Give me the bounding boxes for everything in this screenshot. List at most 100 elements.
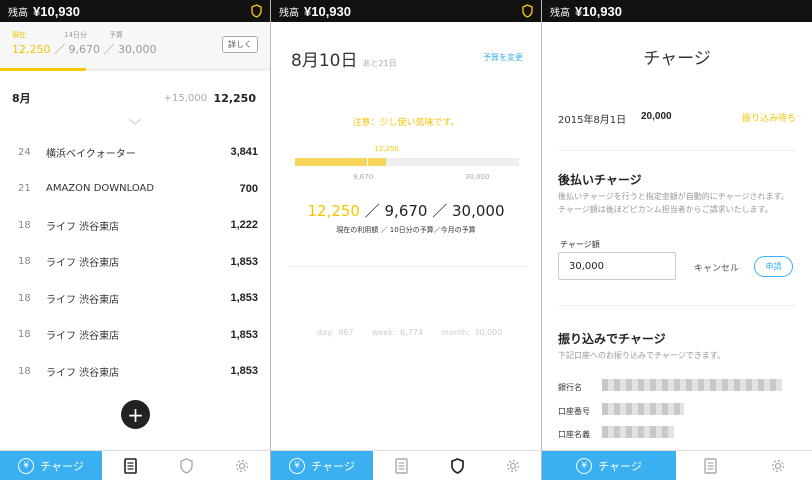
transfer-heading: 振り込みでチャージ <box>558 332 666 346</box>
deferred-description: 後払いチャージを行うと指定金額が自動的にチャージされます。チャージ額は後ほどピカ… <box>558 192 789 214</box>
tab-history[interactable] <box>102 451 158 480</box>
transaction-amount: 1,222 <box>230 219 258 232</box>
days-label: 14日分 <box>64 31 87 39</box>
tab-settings[interactable] <box>744 451 812 480</box>
app-screens: 残高 ¥10,930 現在 14日分 予算 12,250 ／ 9,670 ／ 3… <box>0 0 812 480</box>
tab-bar: ¥ チャージ <box>271 450 541 480</box>
month-label: 8月 <box>12 92 31 105</box>
change-budget-link[interactable]: 予算を変更 <box>483 52 523 63</box>
bank-name-label: 銀行名 <box>558 383 582 392</box>
shield-icon[interactable] <box>522 4 533 18</box>
account-name-redacted <box>602 426 674 438</box>
transaction-row[interactable]: 21 AMAZON DOWNLOAD 700 <box>0 171 270 208</box>
transaction-row[interactable]: 18 ライフ 渋谷東店 1,853 <box>0 353 270 390</box>
gear-icon <box>507 459 519 472</box>
account-name-label: 口座名義 <box>558 430 590 439</box>
separator: ／ <box>427 202 453 220</box>
transaction-name: ライフ 渋谷東店 <box>46 294 120 306</box>
budget-summary: 現在 14日分 予算 12,250 ／ 9,670 ／ 30,000 詳しく <box>0 22 270 68</box>
transactions-screen: 残高 ¥10,930 現在 14日分 予算 12,250 ／ 9,670 ／ 3… <box>0 0 270 480</box>
current-label: 現在 <box>12 31 26 39</box>
month-summary-row[interactable]: 8月 +15,000 12,250 <box>0 71 270 125</box>
add-button[interactable]: + <box>121 400 150 429</box>
date-label: 8月10日 <box>291 51 358 71</box>
bar-current-label: 12,250 <box>374 145 399 153</box>
deferred-heading: 後払いチャージ <box>558 173 642 187</box>
transaction-day: 18 <box>18 256 31 268</box>
tab-charge[interactable]: ¥ チャージ <box>542 451 676 480</box>
charge-screen: 残高 ¥10,930 チャージ 2015年8月1日 20,000 振り込み待ち … <box>542 0 812 480</box>
status-topbar: 残高 ¥10,930 <box>271 0 541 22</box>
tab-charge[interactable]: ¥ チャージ <box>271 451 373 480</box>
chevron-down-icon[interactable] <box>128 118 142 126</box>
transaction-name: 横浜ベイクォーター <box>46 148 136 160</box>
yen-circle-icon: ¥ <box>18 458 35 474</box>
document-icon <box>703 457 717 474</box>
transaction-row[interactable]: 18 ライフ 渋谷東店 1,853 <box>0 280 270 317</box>
apply-button[interactable]: 申請 <box>754 256 793 277</box>
bank-name-redacted <box>602 379 782 391</box>
charge-status: 振り込み待ち <box>741 114 796 124</box>
transaction-name: ライフ 渋谷東店 <box>46 367 120 379</box>
balance-value: ¥10,930 <box>304 3 351 19</box>
shield-icon <box>179 457 193 474</box>
transaction-name: ライフ 渋谷東店 <box>46 221 120 233</box>
divider <box>558 150 796 151</box>
transaction-row[interactable]: 24 横浜ベイクォーター 3,841 <box>0 134 270 171</box>
transaction-list: 24 横浜ベイクォーター 3,841 21 AMAZON DOWNLOAD 700 18 ライ… <box>0 134 270 390</box>
transaction-amount: 3,841 <box>230 146 258 159</box>
tab-charge-label: チャージ <box>598 460 642 473</box>
tab-budget[interactable] <box>429 451 485 480</box>
charge-history-row: 2015年8月1日 20,000 振り込み待ち <box>558 111 796 126</box>
bar-mid-label: 9,670 <box>353 173 374 181</box>
cancel-button[interactable]: キャンセル <box>694 261 739 274</box>
bar-max-label: 30,000 <box>465 173 490 181</box>
charge-amount-input[interactable]: 30,000 <box>558 252 676 280</box>
month-budget: 30,000 <box>118 43 157 56</box>
transaction-day: 21 <box>18 183 31 195</box>
tab-history[interactable] <box>373 451 429 480</box>
document-icon <box>123 457 137 474</box>
total-days: 9,670 <box>384 202 428 220</box>
total-current: 12,250 <box>307 202 360 220</box>
shield-icon <box>450 457 464 474</box>
balance-label: 残高 <box>8 7 28 19</box>
gear-icon <box>772 459 784 472</box>
tab-charge[interactable]: ¥ チャージ <box>0 451 102 480</box>
amount-label: チャージ額 <box>560 240 600 249</box>
transaction-amount: 700 <box>239 182 258 195</box>
tab-charge-label: チャージ <box>40 460 84 473</box>
document-icon <box>394 457 408 474</box>
yen-circle-icon: ¥ <box>576 458 593 474</box>
tab-history[interactable] <box>676 451 744 480</box>
current-amount: 12,250 <box>12 43 51 56</box>
transaction-name: AMAZON DOWNLOAD <box>46 183 155 195</box>
balance-value: ¥10,930 <box>575 3 622 19</box>
tab-bar: ¥ チャージ <box>0 450 270 480</box>
charge-date: 2015年8月1日 <box>558 115 627 126</box>
transaction-day: 18 <box>18 365 31 377</box>
transaction-row[interactable]: 18 ライフ 渋谷東店 1,853 <box>0 244 270 281</box>
month-total: 12,250 <box>213 91 256 105</box>
budget-bar-marker <box>367 155 369 169</box>
budget-bar-fill <box>295 158 387 166</box>
divider <box>558 305 796 306</box>
yen-circle-icon: ¥ <box>289 458 306 474</box>
budget-bar <box>295 155 519 169</box>
tab-budget[interactable] <box>158 451 214 480</box>
tab-charge-label: チャージ <box>311 460 355 473</box>
shield-icon[interactable] <box>251 4 262 18</box>
days-budget: 9,670 <box>68 43 101 56</box>
transaction-row[interactable]: 18 ライフ 渋谷東店 1,853 <box>0 317 270 354</box>
status-topbar: 残高 ¥10,930 <box>0 0 270 22</box>
month-delta: +15,000 <box>163 92 207 104</box>
detail-button[interactable]: 詳しく <box>222 36 258 53</box>
totals-caption: 現在の利用額 ／ 10日分の予算／今月の予算 <box>336 226 476 234</box>
tab-settings[interactable] <box>214 451 270 480</box>
tab-settings[interactable] <box>485 451 541 480</box>
budget-stats: day: 967 week: 6,774 month: 30,000 <box>317 328 503 337</box>
transaction-row[interactable]: 18 ライフ 渋谷東店 1,222 <box>0 207 270 244</box>
transaction-amount: 1,853 <box>230 292 258 305</box>
separator: ／ <box>359 202 385 220</box>
status-topbar: 残高 ¥10,930 <box>542 0 812 22</box>
